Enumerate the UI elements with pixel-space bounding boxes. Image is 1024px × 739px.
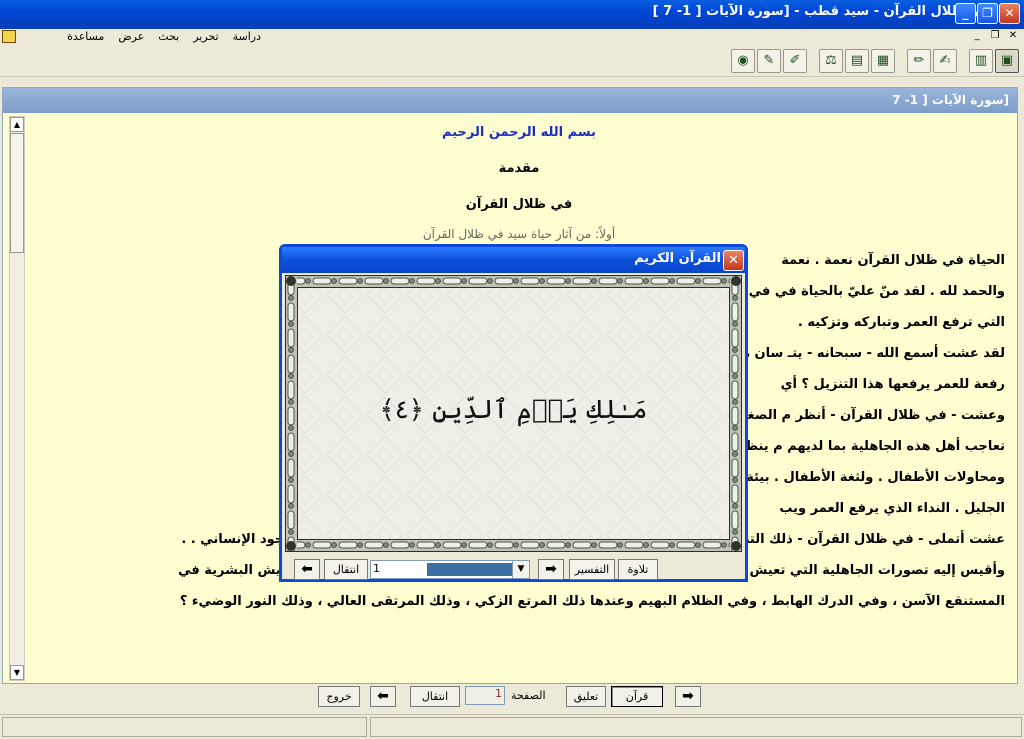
close-button[interactable]: ✕ bbox=[999, 3, 1020, 24]
faded-subheading: أولاً: من آثار حياة سيد في ظلال القرآن bbox=[422, 227, 616, 241]
menu-view[interactable]: عرض bbox=[111, 29, 151, 44]
scroll-up-icon[interactable]: ▲ bbox=[10, 117, 24, 132]
scroll-down-icon[interactable]: ▼ bbox=[10, 665, 24, 680]
dialog-prev-arrow-button[interactable]: ⬅ bbox=[294, 559, 320, 580]
menu-help[interactable]: مساعدة bbox=[60, 29, 111, 44]
globe-icon[interactable]: ◉ bbox=[731, 49, 755, 73]
quran-pen-icon[interactable]: ✐ bbox=[783, 49, 807, 73]
cabinet-icon[interactable]: ▤ bbox=[845, 49, 869, 73]
search-pen-icon[interactable]: ✎ bbox=[757, 49, 781, 73]
maximize-button[interactable]: ❐ bbox=[977, 3, 998, 24]
tafsir-button[interactable]: التفسير bbox=[569, 559, 615, 580]
menu-search[interactable]: بحث bbox=[151, 29, 186, 44]
quran-dialog: القرآن الكريم ✕ مَـٰلِكِ يَوۡمِ ٱلدِّينِ… bbox=[279, 244, 748, 582]
aya-select-value: 1 bbox=[373, 562, 380, 575]
window-title: [في ظلال القرآن - سيد قطب - [سورة الآيات… bbox=[652, 4, 996, 19]
dialog-next-arrow-button[interactable]: ➡ bbox=[538, 559, 564, 580]
books-icon[interactable]: ▥ bbox=[969, 49, 993, 73]
dialog-title: القرآن الكريم bbox=[634, 251, 721, 266]
exit-button[interactable]: خروج bbox=[318, 686, 360, 707]
status-bar bbox=[0, 714, 1024, 739]
status-panel-right bbox=[370, 717, 1022, 737]
chevron-down-icon[interactable]: ▼ bbox=[512, 561, 529, 578]
vertical-scrollbar[interactable]: ▲ ▼ bbox=[9, 116, 25, 681]
go-button[interactable]: انتقال bbox=[410, 686, 460, 707]
mdi-close-icon[interactable]: ✕ bbox=[1006, 30, 1020, 43]
mdi-restore-icon[interactable]: ❐ bbox=[988, 30, 1002, 43]
minimize-button[interactable]: _ bbox=[955, 3, 976, 24]
child-window-title: [سورة الآيات [ 1- 7 bbox=[892, 93, 1009, 107]
page-number-field[interactable]: 1 bbox=[465, 686, 505, 705]
comment-button[interactable]: تعليق bbox=[566, 686, 606, 707]
dialog-go-button[interactable]: انتقال bbox=[324, 559, 368, 580]
scale-icon[interactable]: ⚖ bbox=[819, 49, 843, 73]
aya-display-panel: مَـٰلِكِ يَوۡمِ ٱلدِّينِ ﴿٤﴾ bbox=[285, 275, 742, 552]
heading-book-title: في ظلال القرآن bbox=[465, 197, 573, 212]
child-title-bar: [سورة الآيات [ 1- 7 bbox=[3, 88, 1017, 113]
paragraph-line: المستنقع الآسن ، وفي الدرك الهابط ، وفي … bbox=[179, 594, 1005, 609]
toolbar: ◉ ✎ ✐ ⚖ ▤ ▦ ✏ ✍ ▥ ▣ bbox=[0, 46, 1024, 77]
next-arrow-button[interactable]: ➡ bbox=[675, 686, 701, 707]
aya-number-select[interactable]: 1 ▼ bbox=[370, 560, 530, 579]
main-title-bar: [في ظلال القرآن - سيد قطب - [سورة الآيات… bbox=[0, 0, 1024, 29]
book-open-icon[interactable]: ▣ bbox=[995, 49, 1019, 73]
aya-select-highlight bbox=[427, 563, 513, 576]
previous-arrow-button[interactable]: ⬅ bbox=[370, 686, 396, 707]
scroll-thumb[interactable] bbox=[10, 133, 24, 253]
grid-table-icon[interactable]: ▦ bbox=[871, 49, 895, 73]
quran-button[interactable]: قرآن bbox=[611, 686, 663, 707]
aya-text: مَـٰلِكِ يَوۡمِ ٱلدِّينِ ﴿٤﴾ bbox=[379, 395, 648, 425]
mdi-minimize-icon[interactable]: _ bbox=[970, 30, 984, 43]
menu-edit[interactable]: تحرير bbox=[186, 29, 225, 44]
menu-study[interactable]: دراسة bbox=[226, 29, 268, 44]
mdi-doc-icon[interactable] bbox=[2, 30, 16, 43]
notes-icon[interactable]: ✍ bbox=[933, 49, 957, 73]
dialog-title-bar: القرآن الكريم bbox=[282, 247, 745, 273]
bottom-navigation: خروج ⬅ انتقال 1 الصفحة تعليق قرآن ➡ bbox=[0, 684, 1024, 714]
page-label: الصفحة bbox=[511, 689, 546, 702]
pencil-edit-icon[interactable]: ✏ bbox=[907, 49, 931, 73]
recite-button[interactable]: تلاوة bbox=[618, 559, 658, 580]
dialog-close-button[interactable]: ✕ bbox=[723, 250, 744, 271]
status-panel-left bbox=[2, 717, 367, 737]
heading-introduction: مقدمة bbox=[498, 161, 540, 176]
menu-bar: دراسة تحرير بحث عرض مساعدة _ ❐ ✕ bbox=[0, 29, 1024, 46]
basmala-line: بسم الله الرحمن الرحيم bbox=[442, 125, 596, 140]
